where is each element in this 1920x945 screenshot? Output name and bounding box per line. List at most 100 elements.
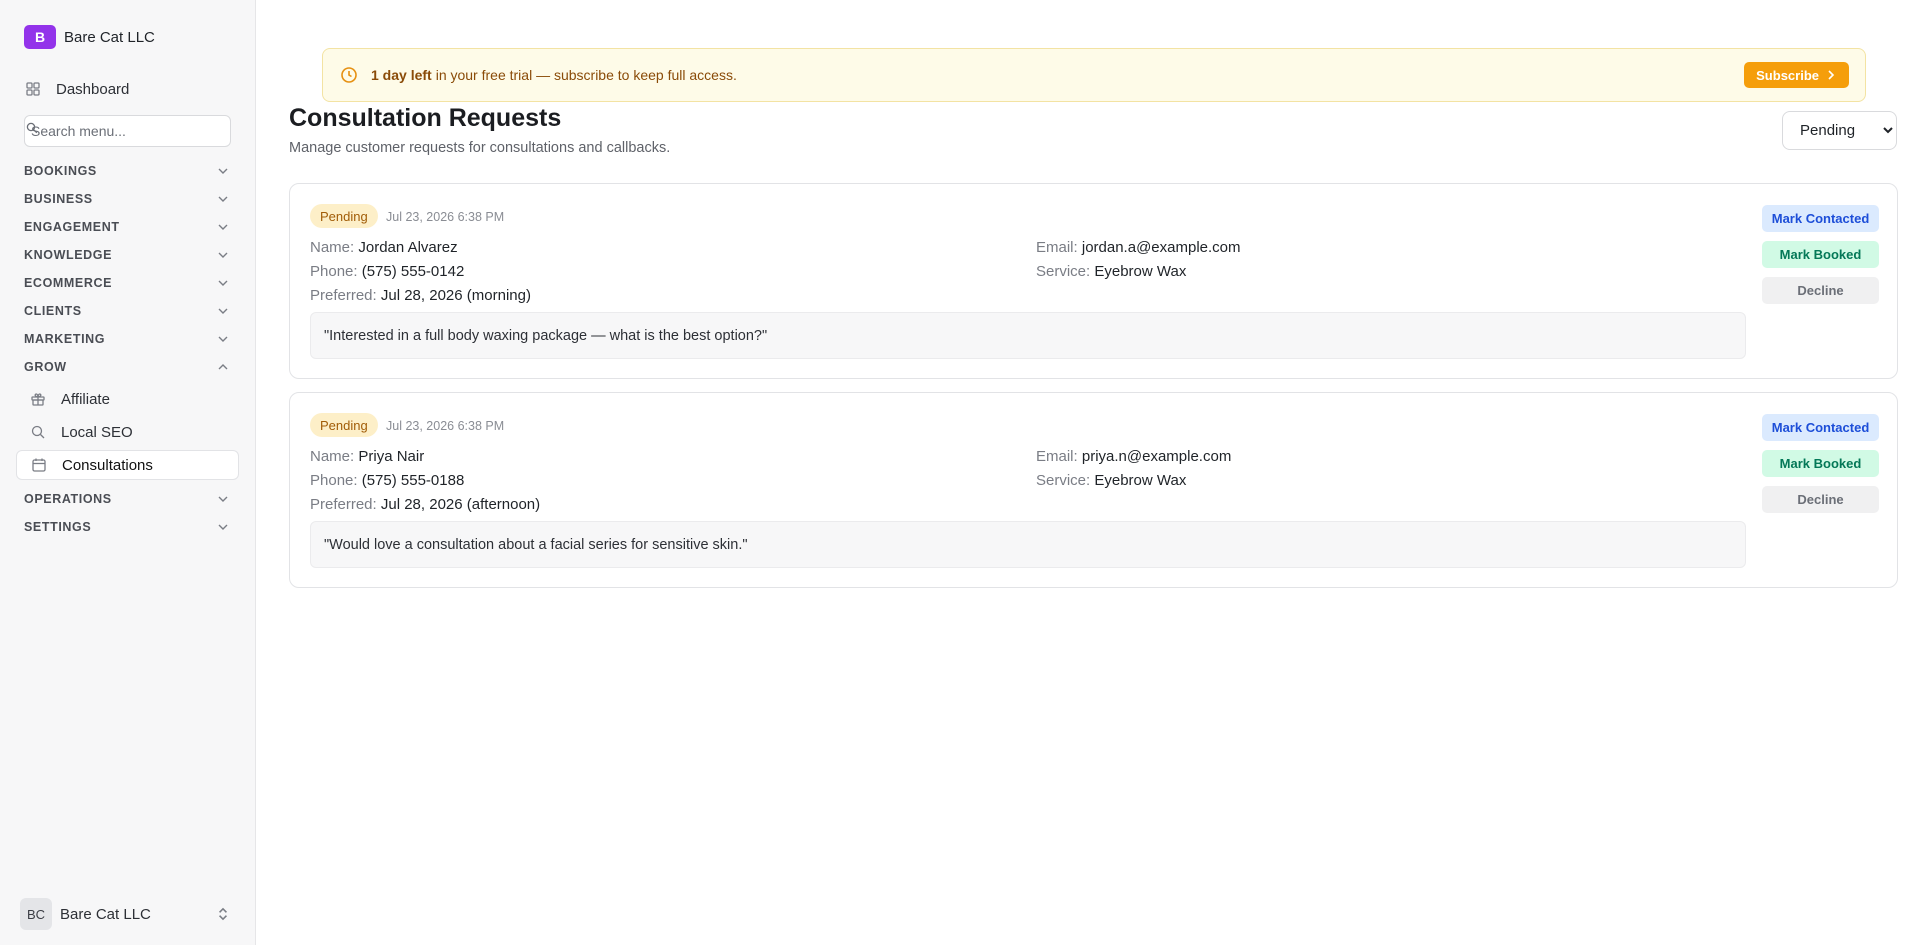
- mark-contacted-button[interactable]: Mark Contacted: [1762, 414, 1879, 441]
- field-value: Eyebrow Wax: [1094, 263, 1187, 280]
- chevron-right-icon: [1825, 69, 1837, 81]
- section-label: OPERATIONS: [24, 492, 112, 506]
- field-value: jordan.a@example.com: [1081, 239, 1241, 256]
- calendar-icon: [30, 456, 48, 474]
- mark-booked-button[interactable]: Mark Booked: [1762, 241, 1879, 268]
- sidebar-item-label: Affiliate: [61, 390, 110, 408]
- section-business[interactable]: BUSINESS: [24, 189, 232, 209]
- section-engagement[interactable]: ENGAGEMENT: [24, 217, 232, 237]
- account-switcher[interactable]: BC Bare Cat LLC: [20, 898, 232, 930]
- trial-days-left: 1 day left: [371, 67, 432, 83]
- mark-booked-button[interactable]: Mark Booked: [1762, 450, 1879, 477]
- field-label: Phone:: [310, 263, 358, 280]
- decline-button[interactable]: Decline: [1762, 486, 1879, 513]
- trial-banner: 1 day left in your free trial — subscrib…: [322, 48, 1866, 102]
- section-settings[interactable]: SETTINGS: [24, 517, 232, 537]
- field-value: Jul 28, 2026 (morning): [380, 287, 531, 304]
- request-email: Email: priya.n@example.com: [1036, 448, 1231, 465]
- request-email: Email: jordan.a@example.com: [1036, 239, 1241, 256]
- section-clients[interactable]: CLIENTS: [24, 301, 232, 321]
- chevron-down-icon: [214, 518, 232, 536]
- section-grow[interactable]: GROW: [24, 357, 232, 377]
- search-input[interactable]: [24, 115, 231, 147]
- field-value: priya.n@example.com: [1081, 448, 1232, 465]
- section-label: SETTINGS: [24, 520, 92, 534]
- status-filter-select[interactable]: Pending: [1782, 111, 1897, 150]
- sidebar-item-dashboard[interactable]: Dashboard: [24, 78, 129, 100]
- request-preferred: Preferred: Jul 28, 2026 (afternoon): [310, 496, 540, 513]
- section-operations[interactable]: OPERATIONS: [24, 489, 232, 509]
- grid-icon: [24, 80, 42, 98]
- gift-icon: [29, 390, 47, 408]
- sidebar-item-label: Dashboard: [56, 80, 130, 98]
- search-icon: [26, 122, 38, 134]
- field-label: Service:: [1036, 263, 1091, 280]
- chevron-down-icon: [214, 190, 232, 208]
- section-label: ECOMMERCE: [24, 276, 113, 290]
- field-label: Service:: [1036, 472, 1091, 489]
- chevron-up-icon: [214, 358, 232, 376]
- chevron-down-icon: [214, 330, 232, 348]
- request-name: Name: Jordan Alvarez: [310, 239, 458, 256]
- sidebar: B Bare Cat LLC Dashboard BOOKINGS BUSINE…: [0, 0, 256, 945]
- brand-name: Bare Cat LLC: [64, 28, 155, 46]
- avatar: BC: [20, 898, 52, 930]
- field-label: Email:: [1036, 239, 1078, 256]
- request-timestamp: Jul 23, 2026 6:38 PM: [386, 210, 505, 224]
- section-label: MARKETING: [24, 332, 106, 346]
- section-label: ENGAGEMENT: [24, 220, 120, 234]
- section-knowledge[interactable]: KNOWLEDGE: [24, 245, 232, 265]
- field-value: Priya Nair: [358, 448, 425, 465]
- field-label: Phone:: [310, 472, 358, 489]
- request-service: Service: Eyebrow Wax: [1036, 472, 1186, 489]
- chevron-down-icon: [214, 162, 232, 180]
- chevron-down-icon: [214, 218, 232, 236]
- field-value: Jordan Alvarez: [358, 239, 458, 256]
- sidebar-item-label: Local SEO: [61, 423, 133, 441]
- field-label: Preferred:: [310, 287, 377, 304]
- field-label: Name:: [310, 239, 355, 256]
- request-preferred: Preferred: Jul 28, 2026 (morning): [310, 287, 531, 304]
- decline-button[interactable]: Decline: [1762, 277, 1879, 304]
- request-card: Pending Jul 23, 2026 6:38 PM Name: Jorda…: [289, 183, 1898, 379]
- field-label: Name:: [310, 448, 355, 465]
- section-label: BUSINESS: [24, 192, 93, 206]
- request-phone: Phone: (575) 555-0188: [310, 472, 464, 489]
- subscribe-label: Subscribe: [1756, 67, 1819, 83]
- account-name: Bare Cat LLC: [60, 905, 151, 923]
- section-label: BOOKINGS: [24, 164, 97, 178]
- request-card: Pending Jul 23, 2026 6:38 PM Name: Priya…: [289, 392, 1898, 588]
- sidebar-item-consultations[interactable]: Consultations: [16, 450, 239, 480]
- request-service: Service: Eyebrow Wax: [1036, 263, 1186, 280]
- sidebar-item-label: Consultations: [62, 456, 153, 474]
- section-bookings[interactable]: BOOKINGS: [24, 161, 232, 181]
- search-menu: [24, 115, 231, 147]
- sidebar-item-local-seo[interactable]: Local SEO: [16, 417, 239, 447]
- brand-logo: B: [24, 25, 56, 49]
- request-name: Name: Priya Nair: [310, 448, 424, 465]
- request-message: "Would love a consultation about a facia…: [310, 521, 1746, 568]
- subscribe-button[interactable]: Subscribe: [1744, 62, 1849, 88]
- brand[interactable]: B Bare Cat LLC: [24, 24, 155, 50]
- field-label: Email:: [1036, 448, 1078, 465]
- search-icon: [29, 423, 47, 441]
- chevron-down-icon: [214, 490, 232, 508]
- section-ecommerce[interactable]: ECOMMERCE: [24, 273, 232, 293]
- request-phone: Phone: (575) 555-0142: [310, 263, 464, 280]
- chevron-up-down-icon: [214, 905, 232, 923]
- chevron-down-icon: [214, 246, 232, 264]
- field-label: Preferred:: [310, 496, 377, 513]
- field-value: Eyebrow Wax: [1094, 472, 1187, 489]
- status-badge: Pending: [310, 413, 378, 437]
- chevron-down-icon: [214, 274, 232, 292]
- page-subtitle: Manage customer requests for consultatio…: [289, 140, 671, 156]
- status-badge: Pending: [310, 204, 378, 228]
- sidebar-item-affiliate[interactable]: Affiliate: [16, 384, 239, 414]
- trial-message: in your free trial — subscribe to keep f…: [435, 67, 737, 83]
- mark-contacted-button[interactable]: Mark Contacted: [1762, 205, 1879, 232]
- section-label: KNOWLEDGE: [24, 248, 113, 262]
- field-value: (575) 555-0188: [361, 472, 465, 489]
- page-title: Consultation Requests: [289, 104, 562, 132]
- field-value: Jul 28, 2026 (afternoon): [380, 496, 541, 513]
- section-marketing[interactable]: MARKETING: [24, 329, 232, 349]
